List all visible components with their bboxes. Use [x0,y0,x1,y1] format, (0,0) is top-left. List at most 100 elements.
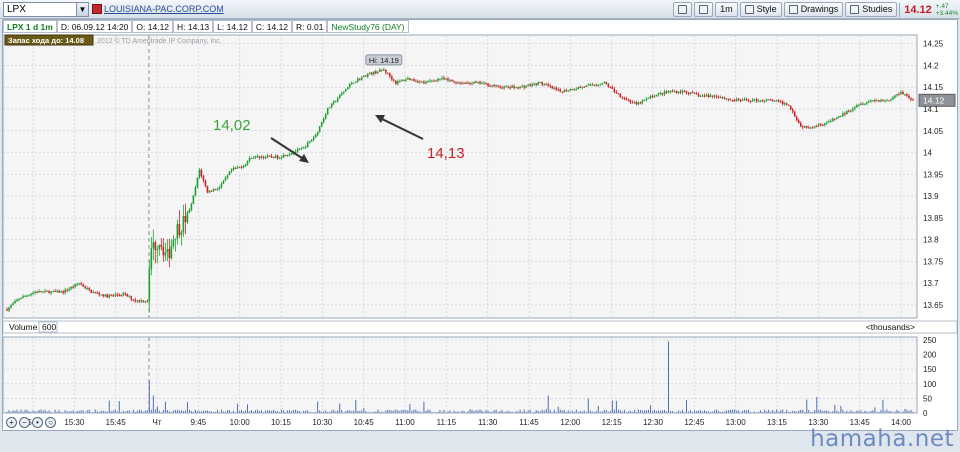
candle-body [622,97,624,98]
candle-body [507,86,509,87]
candle-body [738,99,740,100]
candle-body [147,301,149,302]
candle-body [363,75,365,77]
candle-body [32,293,34,294]
candle-body [563,90,565,92]
candle-body [618,93,620,94]
candle-body [768,99,770,100]
study-label[interactable]: NewStudy76 (DAY) [327,20,408,33]
candle-body [794,112,796,117]
candle-body [662,93,664,94]
candle-body [60,291,62,292]
candle-body [658,93,660,94]
drawings-label: Drawings [801,3,839,16]
candle-body [539,82,541,83]
candle-body [229,172,231,175]
candle-body [371,73,373,74]
candle-body [301,148,303,149]
candle-body [798,120,800,122]
candle-body [493,85,495,86]
candle-body [219,187,221,188]
zoom-fit-icon[interactable]: ○ [45,417,56,428]
candle-body [311,140,313,141]
candle-body [537,82,539,85]
candle-body [523,86,525,87]
candle-body [433,81,435,82]
candle-body [752,100,754,102]
candle-body [136,300,138,301]
candle-body [884,100,886,101]
candle-body [565,90,567,91]
candle-body [449,80,451,81]
candle-body [513,86,515,88]
candle-body [92,292,94,293]
candle-body [690,92,692,94]
zoom-in-icon[interactable]: + [6,417,17,428]
candle-body [477,82,479,83]
candle-body [377,72,379,73]
time-tick-label: 15:45 [106,418,127,427]
candle-body [429,81,431,82]
quote-open: O: 14.12 [132,20,173,33]
candle-body [62,291,64,293]
interval-button[interactable]: 1m [715,2,738,17]
time-tick-label: 13:00 [726,418,747,427]
pan-button[interactable] [694,2,713,17]
candle-body [483,83,485,84]
candle-body [375,71,377,73]
candle-body [110,295,112,296]
price-change: +.47 +3.44% [936,3,958,17]
time-tick-label: 10:30 [312,418,333,427]
candle-body [792,109,794,111]
candle-body [405,80,407,81]
candle-body [114,295,116,296]
volume-tick-label: 200 [923,351,937,360]
candle-body [263,157,265,158]
studies-button[interactable]: Studies [845,2,897,17]
zoom-controls: + − • ○ [6,417,56,428]
candle-body [515,87,517,88]
candle-body [589,85,591,86]
candle-body [732,100,734,101]
candle-body [257,156,259,157]
crosshair-button[interactable] [673,2,692,17]
candle-body [874,100,876,101]
candle-body [40,291,42,292]
candle-body [782,101,784,104]
watermark-logo: hamaha.net [810,426,954,452]
candle-body [191,204,193,210]
candle-body [221,184,223,188]
quote-close: C: 14.12 [252,20,292,33]
candle-body [674,91,676,92]
candle-body [269,156,271,157]
candle-body [337,98,339,101]
candle-body [591,85,593,86]
symbol-input[interactable]: LPX ▼ [3,2,89,17]
candle-body [443,78,445,80]
company-name-link[interactable]: LOUISIANA-PAC.CORP.COM [104,3,224,15]
candle-body [742,100,744,101]
zoom-out-icon[interactable]: − [19,417,30,428]
candle-body [64,290,66,293]
candle-body [367,74,369,77]
candle-body [391,76,393,79]
candle-body [898,94,900,95]
candle-body [453,81,455,82]
style-button[interactable]: Style [740,2,782,17]
chevron-down-icon[interactable]: ▼ [76,3,88,16]
candle-body [828,121,830,122]
pencil-icon [789,5,798,14]
zoom-reset-icon[interactable]: • [32,417,43,428]
time-tick-label: 11:00 [395,418,415,427]
price-chart[interactable]: 14.2514.214.1514.114.051413.9513.913.851… [3,33,957,431]
candle-body [411,79,413,80]
candle-body [471,84,473,85]
candle-body [720,97,722,98]
candle-body [547,84,549,85]
candle-body [736,99,738,101]
candle-body [872,100,874,101]
candle-body [790,106,792,110]
change-value: +.47 [936,3,958,10]
candle-body [740,100,742,101]
drawings-button[interactable]: Drawings [784,2,844,17]
